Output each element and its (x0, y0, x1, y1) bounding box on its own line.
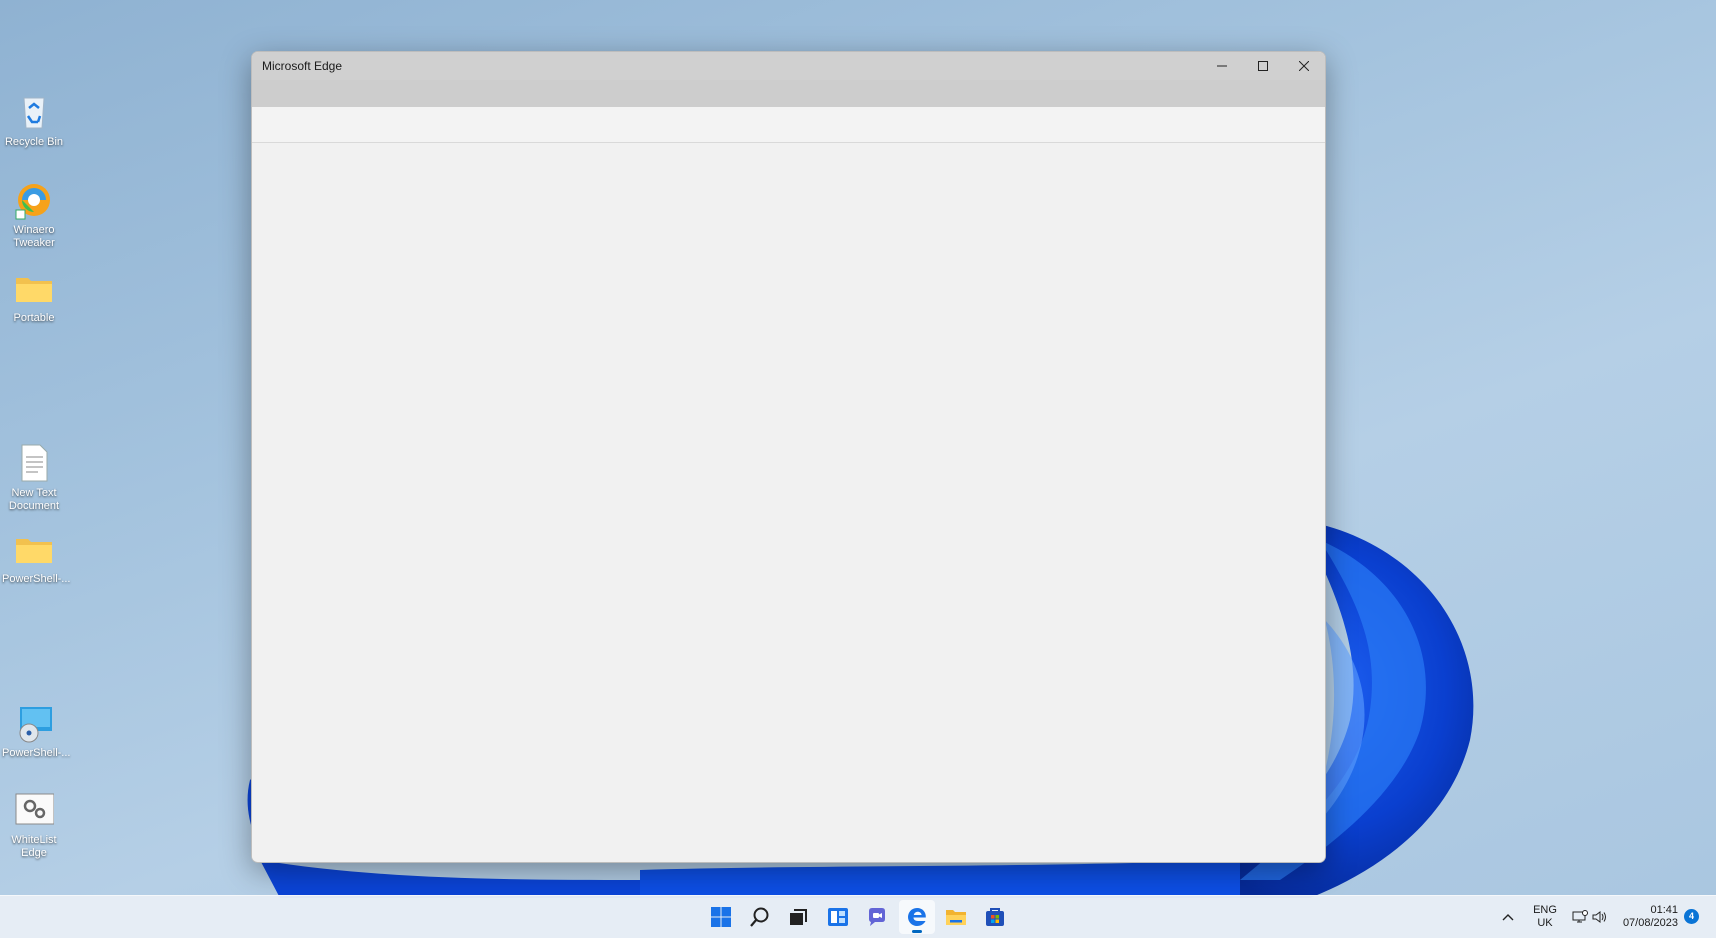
clock-date: 07/08/2023 (1622, 917, 1678, 929)
browser-toolbar (252, 107, 1325, 143)
taskbar-store-button[interactable] (977, 900, 1013, 934)
page-content-area (252, 143, 1325, 862)
desktop-icon-powershell-disc[interactable]: PowerShell-... (0, 703, 70, 760)
region-code: UK (1537, 917, 1553, 929)
desktop-icon-new-text-document[interactable]: New Text Document (0, 443, 68, 513)
taskbar-search-button[interactable] (742, 900, 778, 934)
maximize-button[interactable] (1242, 52, 1283, 80)
notification-badge[interactable]: 4 (1684, 909, 1699, 924)
store-icon (986, 908, 1004, 926)
start-icon (711, 907, 731, 927)
volume-icon (1592, 911, 1606, 923)
desktop-icon-recycle-bin[interactable]: Recycle Bin (0, 92, 68, 149)
chevron-up-icon (1502, 914, 1514, 921)
taskbar-widgets-button[interactable] (820, 900, 856, 934)
edge-window[interactable]: Microsoft Edge (251, 51, 1326, 863)
desktop-icon-winaero-tweaker[interactable]: Winaero Tweaker (0, 180, 68, 250)
desktop-icon-powershell-folder[interactable]: PowerShell-... (0, 529, 70, 586)
minimize-button[interactable] (1201, 52, 1242, 80)
maximize-icon (1257, 61, 1268, 71)
edge-icon (908, 908, 926, 926)
winaero-tweaker-icon (14, 180, 54, 220)
taskbar-start-button[interactable] (703, 900, 739, 934)
file-explorer-icon (946, 910, 966, 925)
tab-strip (252, 80, 1325, 107)
taskbar-edge-button[interactable] (899, 900, 935, 934)
taskbar: ENG UK 01:41 07/08/2023 4 (0, 895, 1716, 938)
clock-time: 01:41 (1650, 904, 1678, 916)
taskbar-file-explorer-button[interactable] (938, 900, 974, 934)
desktop-icon-whitelist-edge[interactable]: WhiteList Edge (0, 790, 68, 860)
window-titlebar[interactable]: Microsoft Edge (252, 52, 1325, 80)
minimize-icon (1216, 65, 1227, 67)
folder-icon (14, 268, 54, 308)
tray-clock[interactable]: 01:41 07/08/2023 (1618, 904, 1678, 930)
taskbar-task-view-button[interactable] (780, 900, 816, 934)
folder-icon (14, 529, 54, 569)
window-title: Microsoft Edge (262, 59, 343, 73)
language-code: ENG (1533, 904, 1557, 916)
text-document-icon (14, 443, 54, 483)
teams-chat-icon (869, 908, 885, 926)
active-app-indicator (912, 930, 922, 933)
recycle-bin-icon (14, 92, 54, 132)
network-icon (1572, 910, 1588, 923)
taskbar-chat-button[interactable] (859, 900, 895, 934)
widgets-icon (828, 908, 848, 926)
tray-volume-button[interactable] (1588, 900, 1612, 934)
tray-language[interactable]: ENG UK (1528, 904, 1562, 930)
settings-shortcut-icon (14, 790, 55, 830)
search-icon (750, 907, 769, 927)
task-view-icon (790, 909, 807, 925)
desktop-icon-portable[interactable]: Portable (0, 268, 68, 325)
close-button[interactable] (1283, 52, 1324, 80)
tray-overflow-button[interactable] (1496, 900, 1520, 934)
close-icon (1298, 61, 1309, 71)
disc-image-icon (14, 703, 54, 743)
